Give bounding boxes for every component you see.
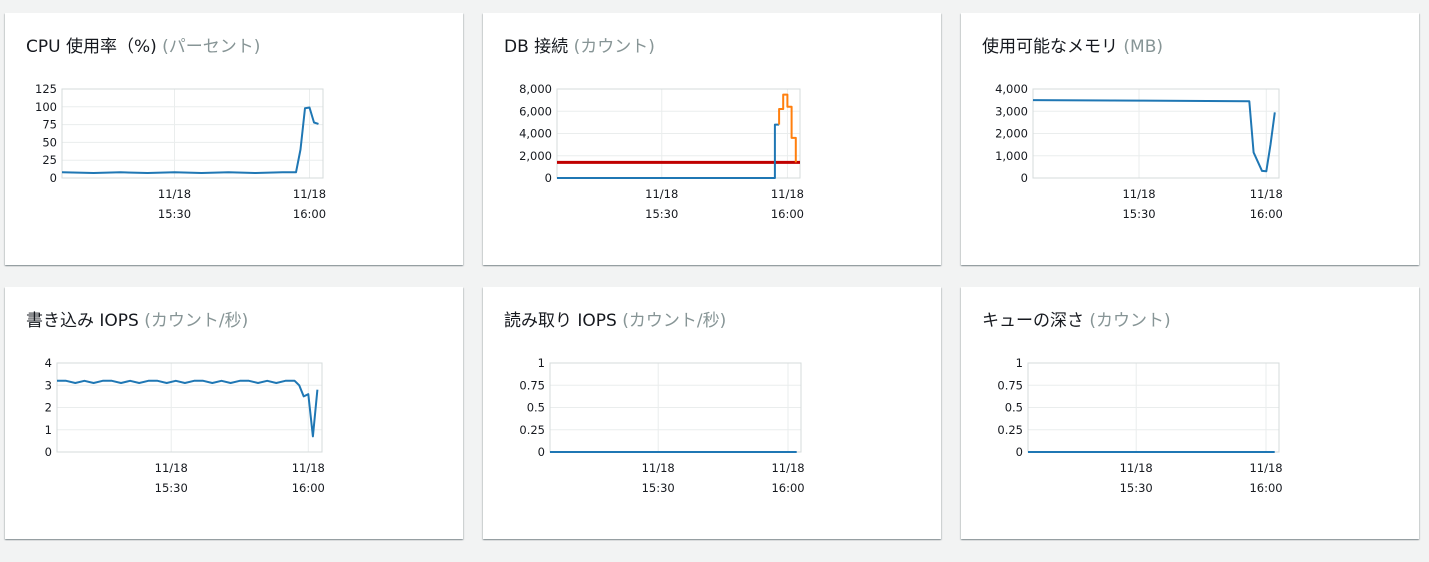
db-connections-chart: 8,000 6,000 4,000 2,000 0 11/18 15:30 11/18 16:0… [519, 82, 804, 221]
y-tick-label: 3,000 [995, 104, 1028, 118]
x-tick-date: 11/18 [158, 187, 191, 201]
y-tick-label: 1 [45, 423, 52, 437]
y-tick-label: 0 [538, 445, 545, 459]
x-tick-date: 11/18 [1120, 461, 1153, 475]
y-tick-label: 0 [545, 171, 552, 185]
x-tick-time: 15:30 [1120, 481, 1153, 495]
y-tick-label: 2 [45, 401, 52, 415]
y-tick-label: 0 [1021, 171, 1028, 185]
series-line [57, 379, 319, 438]
series-line [557, 123, 780, 179]
x-tick-date: 11/18 [771, 461, 804, 475]
y-tick-label: 1 [538, 356, 545, 370]
x-tick-time: 16:00 [1249, 481, 1282, 495]
x-tick-date: 11/18 [1250, 187, 1283, 201]
x-tick-date: 11/18 [771, 187, 804, 201]
queue-depth-panel: キューの深さ (カウント) 1 0.75 0.5 0.25 0 11/18 15:30 11/… [961, 287, 1419, 539]
y-tick-label: 0.75 [997, 378, 1023, 392]
y-tick-label: 0 [50, 171, 57, 185]
write-iops-panel: 書き込み IOPS (カウント/秒) 4 3 2 1 0 11/18 15:30 11/18 1… [5, 287, 463, 539]
y-tick-label: 1 [1016, 356, 1023, 370]
x-tick-time: 16:00 [292, 481, 325, 495]
x-tick-time: 16:00 [771, 207, 804, 221]
y-tick-label: 3 [45, 378, 52, 392]
cpu-utilization-panel: CPU 使用率（%) (パーセント) 125 100 75 50 25 0 11/18 15:… [5, 13, 463, 265]
x-tick-date: 11/18 [293, 187, 326, 201]
y-tick-label: 1,000 [995, 149, 1028, 163]
y-tick-label: 25 [42, 153, 57, 167]
y-tick-label: 2,000 [519, 149, 552, 163]
x-tick-date: 11/18 [645, 187, 678, 201]
cpu-utilization-chart: 125 100 75 50 25 0 11/18 15:30 11/18 16:00 [35, 82, 326, 221]
y-tick-label: 50 [42, 135, 57, 149]
y-tick-label: 100 [35, 100, 57, 114]
x-tick-time: 15:30 [642, 481, 675, 495]
freeable-memory-chart: 4,000 3,000 2,000 1,000 0 11/18 15:30 11/18 16:0… [995, 82, 1283, 221]
db-connections-panel: DB 接続 (カウント) 8,000 6,000 4,000 2,000 0 11/18 1… [483, 13, 941, 265]
y-tick-label: 0 [45, 445, 52, 459]
y-tick-label: 0.5 [1005, 401, 1023, 415]
read-iops-chart: 1 0.75 0.5 0.25 0 11/18 15:30 11/18 16:00 [519, 356, 804, 495]
x-tick-time: 15:30 [155, 481, 188, 495]
x-tick-time: 16:00 [771, 481, 804, 495]
y-tick-label: 6,000 [519, 104, 552, 118]
y-tick-label: 0.75 [519, 378, 545, 392]
freeable-memory-panel: 使用可能なメモリ (MB) 4,000 3,000 2,000 1,000 0 11/18… [961, 13, 1419, 265]
series-line [61, 106, 319, 174]
x-tick-time: 15:30 [645, 207, 678, 221]
y-tick-label: 0.25 [519, 423, 545, 437]
x-tick-time: 16:00 [1250, 207, 1283, 221]
read-iops-panel: 読み取り IOPS (カウント/秒) 1 0.75 0.5 0.25 0 11/18 15:… [483, 287, 941, 539]
y-tick-label: 125 [35, 82, 57, 96]
y-tick-label: 0 [1016, 445, 1023, 459]
y-tick-label: 0.25 [997, 423, 1023, 437]
x-tick-date: 11/18 [1249, 461, 1282, 475]
x-tick-date: 11/18 [1122, 187, 1155, 201]
x-tick-date: 11/18 [292, 461, 325, 475]
y-tick-label: 2,000 [995, 127, 1028, 141]
x-tick-time: 16:00 [293, 207, 326, 221]
y-tick-label: 8,000 [519, 82, 552, 96]
x-tick-date: 11/18 [642, 461, 675, 475]
plot-frame [61, 88, 324, 179]
y-tick-label: 75 [42, 118, 57, 132]
write-iops-chart: 4 3 2 1 0 11/18 15:30 11/18 16:00 [45, 356, 325, 495]
x-tick-time: 15:30 [158, 207, 191, 221]
x-tick-date: 11/18 [155, 461, 188, 475]
x-tick-time: 15:30 [1122, 207, 1155, 221]
queue-depth-chart: 1 0.75 0.5 0.25 0 11/18 15:30 11/18 16:00 [997, 356, 1282, 495]
y-tick-label: 0.5 [527, 401, 545, 415]
y-tick-label: 4,000 [519, 127, 552, 141]
y-tick-label: 4 [45, 356, 52, 370]
y-tick-label: 4,000 [995, 82, 1028, 96]
